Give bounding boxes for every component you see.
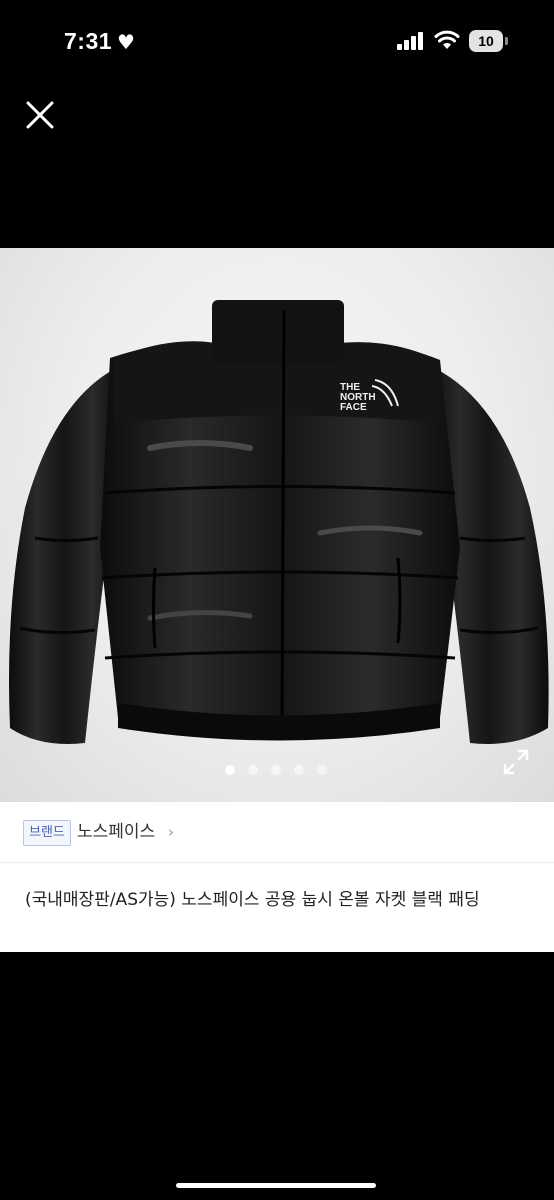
chevron-right-icon: › bbox=[168, 823, 174, 841]
carousel-dot[interactable] bbox=[225, 765, 235, 775]
status-bar: 7:31 ♥ 10 bbox=[0, 0, 554, 84]
logo-line-3: FACE bbox=[340, 402, 367, 413]
carousel-dot[interactable] bbox=[317, 765, 327, 775]
wifi-icon bbox=[434, 30, 460, 49]
carousel-dot[interactable] bbox=[248, 765, 258, 775]
jacket-photo: THE NORTH FACE bbox=[9, 300, 549, 744]
status-time: 7:31 bbox=[64, 28, 113, 54]
brand-badge: 브랜드 bbox=[23, 820, 71, 846]
close-icon[interactable] bbox=[20, 95, 60, 135]
brand-row[interactable]: 브랜드 노스페이스 › bbox=[0, 802, 554, 863]
heart-icon: ♥ bbox=[117, 30, 135, 54]
product-info: 브랜드 노스페이스 › (국내매장판/AS가능) 노스페이스 공용 눕시 온볼 … bbox=[0, 802, 554, 952]
product-title: (국내매장판/AS가능) 노스페이스 공용 눕시 온볼 자켓 블랙 패딩 bbox=[25, 890, 480, 910]
product-image[interactable]: THE NORTH FACE bbox=[0, 248, 554, 802]
expand-icon[interactable] bbox=[502, 748, 530, 776]
carousel-dot[interactable] bbox=[294, 765, 304, 775]
battery-tip bbox=[505, 37, 508, 45]
carousel-indicator bbox=[0, 765, 554, 777]
cellular-signal-icon bbox=[397, 32, 427, 50]
brand-name[interactable]: 노스페이스 bbox=[77, 820, 155, 844]
home-indicator bbox=[176, 1183, 376, 1188]
carousel-dot[interactable] bbox=[271, 765, 281, 775]
battery-level: 10 bbox=[469, 30, 503, 52]
